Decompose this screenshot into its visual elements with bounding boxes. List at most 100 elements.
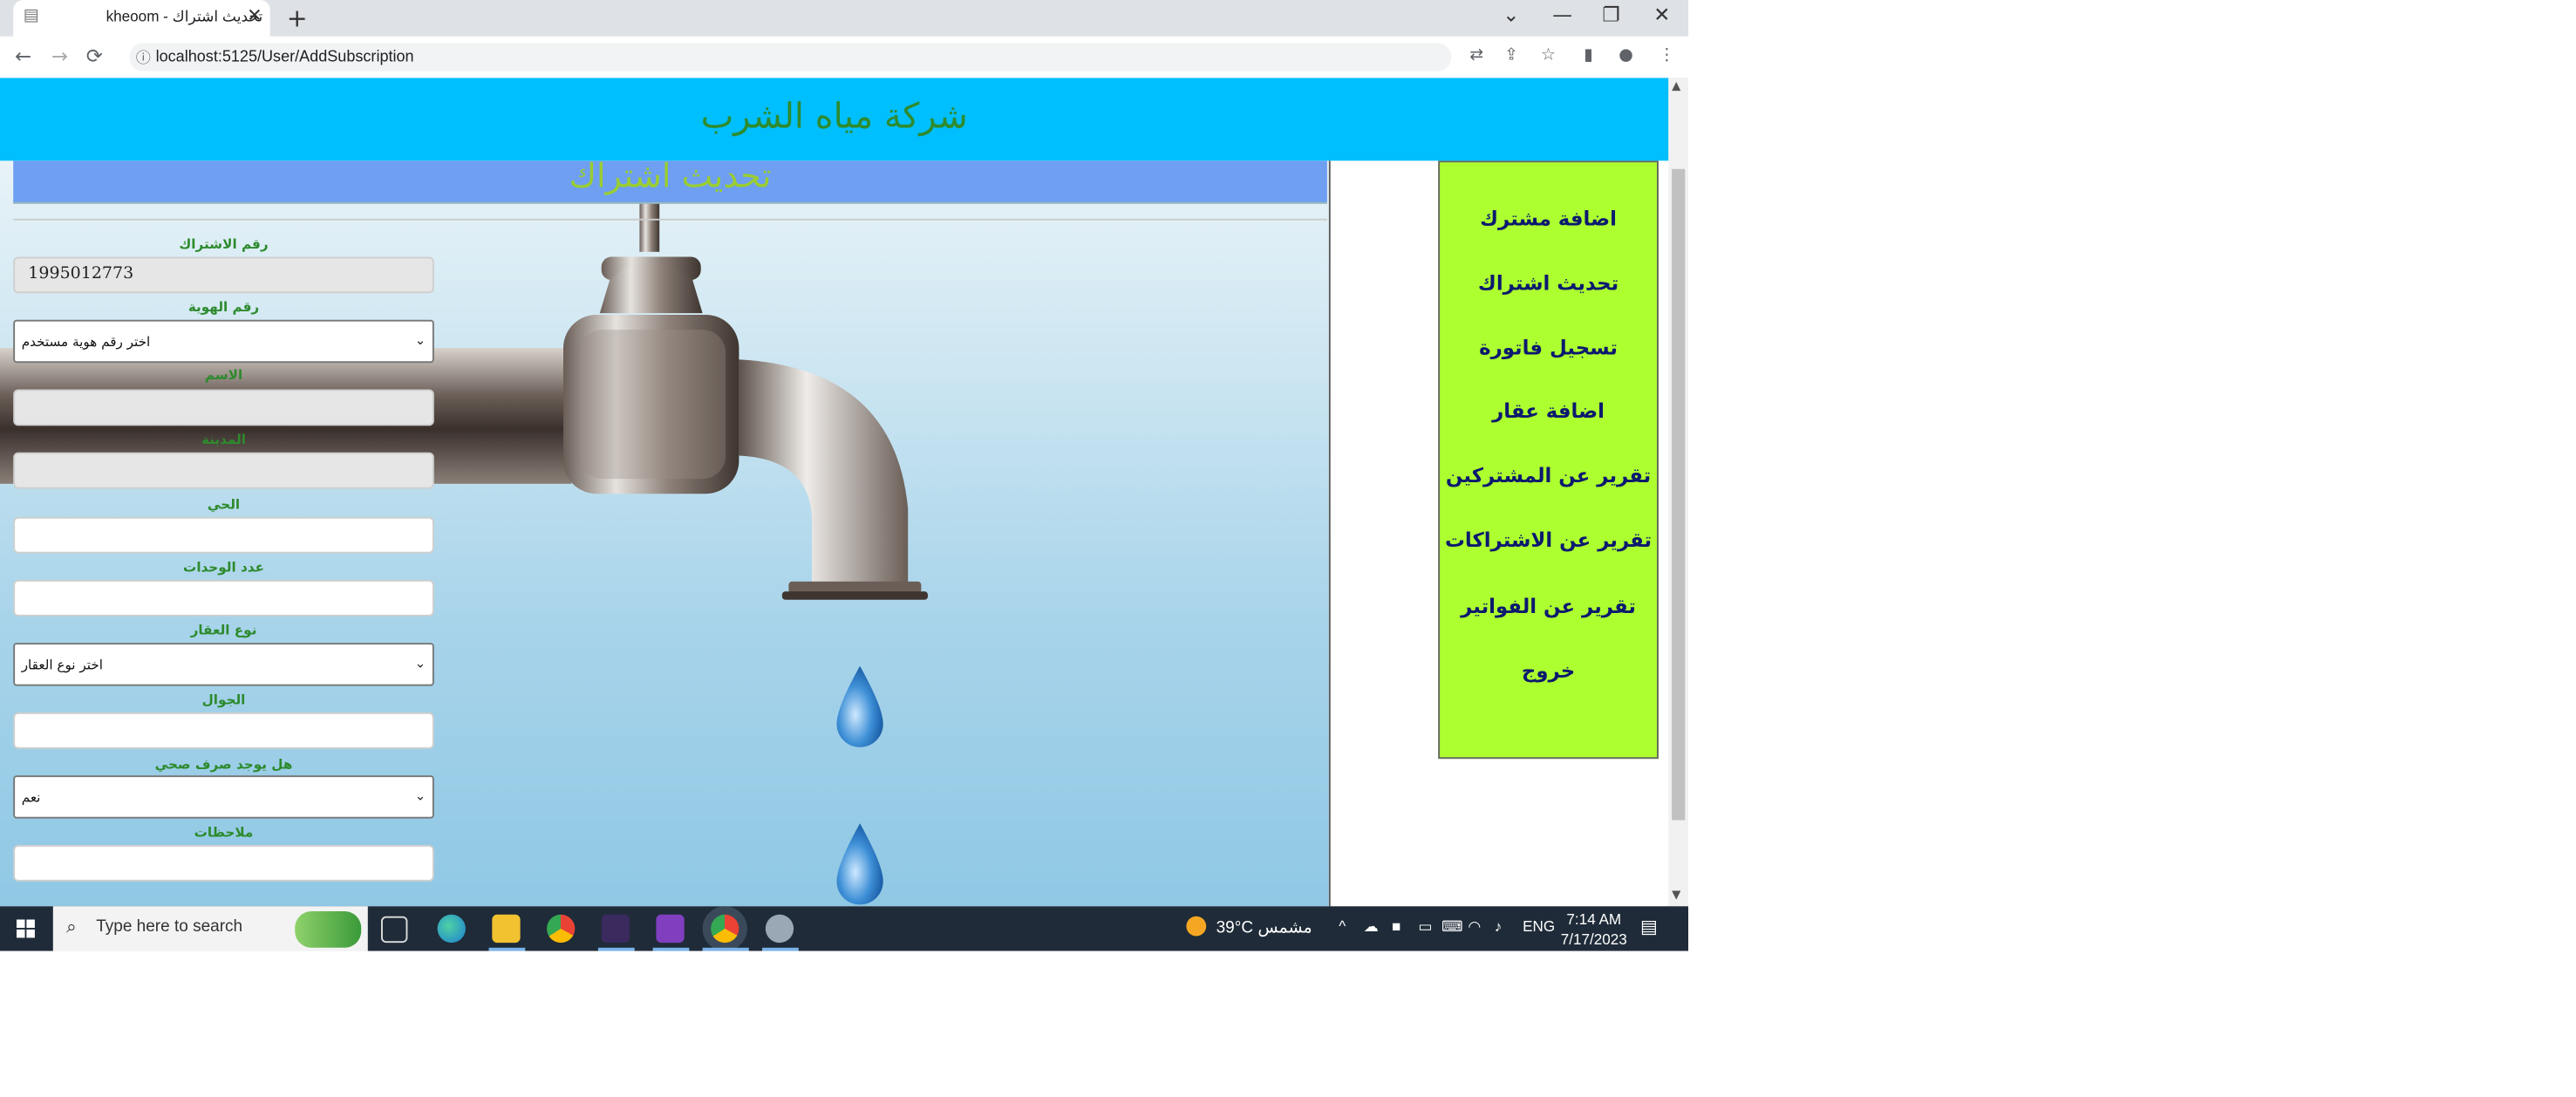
units-field[interactable] — [13, 580, 434, 617]
screen: ▤ kheoom - تحديث اشتراك ✕ + ⌄ — ❐ ✕ ← → … — [0, 0, 1689, 951]
tab-search-icon[interactable]: ⌄ — [1503, 3, 1519, 27]
city-label: المدينة — [201, 432, 247, 447]
terminal-icon[interactable] — [601, 914, 630, 944]
browser-menu-icon[interactable]: ⋮ — [1659, 46, 1675, 65]
cloud-icon[interactable]: ☁ — [1364, 918, 1379, 937]
subscription-number-field[interactable]: 1995012773 — [13, 256, 434, 294]
new-tab-button[interactable]: + — [287, 3, 308, 33]
sidebar-item-subscribers-report[interactable]: تقرير عن المشتركين — [1440, 464, 1657, 487]
sidebar-item-register-invoice[interactable]: تسجيل فاتورة — [1440, 337, 1657, 360]
page-icon: ▤ — [23, 6, 39, 25]
weather-widget[interactable]: 39°C مشمس — [1186, 916, 1312, 938]
browser-tab-bar: ▤ kheoom - تحديث اشتراك ✕ + ⌄ — ❐ ✕ — [0, 0, 1689, 37]
file-explorer-icon[interactable] — [492, 914, 521, 944]
running-indicator — [702, 947, 749, 951]
form-title-bar: تحديث اشتراك — [13, 160, 1327, 204]
company-title: شركة مياه الشرب — [700, 96, 968, 136]
windows-start-icon[interactable] — [17, 919, 35, 938]
scroll-up-icon[interactable]: ▲ — [1672, 79, 1680, 92]
sun-icon — [1186, 916, 1207, 937]
units-label: عدد الوحدات — [183, 560, 264, 576]
visual-studio-icon[interactable] — [656, 914, 685, 944]
url-text: localhost:5125/User/AddSubscription — [155, 48, 414, 66]
restore-button[interactable]: ❐ — [1602, 3, 1619, 27]
form-title: تحديث اشتراك — [569, 160, 772, 196]
notifications-icon[interactable]: ▤ — [1640, 916, 1658, 938]
weather-text: 39°C مشمس — [1216, 919, 1312, 938]
bookmark-star-icon[interactable]: ☆ — [1541, 46, 1556, 65]
property-type-label: نوع العقار — [190, 623, 257, 638]
profile-icon[interactable]: ● — [1619, 46, 1633, 65]
taskbar-search-box[interactable]: ⌕ Type here to search — [52, 906, 368, 951]
property-type-select[interactable]: اختر نوع العقار ⌄ — [13, 643, 434, 686]
share-icon[interactable]: ⇪ — [1504, 46, 1518, 65]
district-field[interactable] — [13, 516, 434, 554]
task-view-icon[interactable] — [381, 916, 408, 944]
search-highlight-icon — [295, 911, 362, 948]
mobile-label: الجوال — [201, 692, 246, 708]
running-indicator — [597, 947, 635, 951]
sidebar-item-add-subscriber[interactable]: اضافة مشترك — [1440, 208, 1657, 231]
forward-button[interactable]: → — [51, 44, 68, 68]
name-field[interactable] — [13, 389, 434, 426]
close-tab-icon[interactable]: ✕ — [247, 5, 262, 27]
app-icon[interactable] — [765, 914, 794, 944]
page-header: شركة مياه الشرب — [0, 78, 1669, 161]
search-icon: ⌕ — [66, 916, 77, 938]
sidebar-item-invoices-report[interactable]: تقرير عن الفواتير — [1440, 595, 1657, 618]
clock-time: 7:14 AM — [1566, 911, 1622, 928]
device-icon[interactable]: ▭ — [1418, 918, 1432, 937]
minimize-button[interactable]: — — [1552, 3, 1572, 27]
notes-label: ملاحظات — [194, 825, 254, 841]
sewage-select[interactable]: نعم ⌄ — [13, 775, 434, 819]
edge-icon[interactable] — [437, 914, 466, 944]
property-type-selected: اختر نوع العقار — [21, 658, 103, 673]
subscription-number-value: 1995012773 — [28, 265, 134, 283]
main-content: تحديث اشتراك رقم الاشتراك 1995012773 رقم… — [0, 160, 1331, 907]
clock[interactable]: 7:14 AM 7/17/2023 — [1557, 910, 1631, 950]
sidebar-item-update-subscription[interactable]: تحديث اشتراك — [1440, 272, 1657, 296]
site-info-icon[interactable]: ⓘ — [136, 46, 151, 68]
clock-date: 7/17/2023 — [1560, 930, 1627, 948]
city-field[interactable] — [13, 452, 434, 489]
sidebar-menu: اضافة مشترك تحديث اشتراك تسجيل فاتورة اض… — [1438, 160, 1659, 760]
reload-button[interactable]: ⟳ — [86, 44, 103, 68]
chrome-active-icon[interactable] — [711, 914, 739, 944]
name-label: الاسم — [204, 367, 243, 383]
mobile-field[interactable] — [13, 712, 434, 749]
divider — [13, 218, 1327, 221]
running-indicator — [762, 947, 799, 951]
sidebar-item-add-property[interactable]: اضافة عقار — [1440, 399, 1657, 423]
page-scrollbar[interactable]: ▲ ▼ — [1668, 78, 1689, 907]
wifi-icon[interactable]: ◠ — [1468, 918, 1481, 937]
tab-title: kheoom - تحديث اشتراك — [106, 8, 263, 25]
side-panel-icon[interactable]: ▮ — [1584, 46, 1592, 65]
scroll-thumb[interactable] — [1672, 168, 1686, 821]
id-number-select[interactable]: اختر رقم هوية مستخدم ⌄ — [13, 319, 434, 364]
subscription-number-label: رقم الاشتراك — [179, 236, 269, 252]
running-indicator — [488, 947, 526, 951]
id-number-label: رقم الهوية — [187, 299, 260, 315]
web-page: شركة مياه الشرب تحديث اشتراك رقم الاشترا… — [0, 78, 1669, 907]
sidebar-item-logout[interactable]: خروج — [1440, 659, 1657, 683]
sewage-selected: نعم — [21, 790, 41, 806]
chevron-down-icon: ⌄ — [414, 656, 426, 671]
browser-tab[interactable]: ▤ kheoom - تحديث اشتراك ✕ — [13, 0, 270, 37]
close-window-button[interactable]: ✕ — [1653, 3, 1670, 27]
url-field[interactable]: ⓘ localhost:5125/User/AddSubscription — [129, 43, 1452, 72]
chevron-down-icon: ⌄ — [414, 332, 426, 348]
back-button[interactable]: ← — [15, 44, 31, 68]
tray-chevron-icon[interactable]: ^ — [1339, 918, 1346, 935]
search-placeholder: Type here to search — [96, 917, 243, 937]
chrome-icon[interactable] — [547, 914, 576, 944]
language-indicator[interactable]: ENG — [1523, 918, 1555, 935]
address-bar-row: ← → ⟳ ⓘ localhost:5125/User/AddSubscript… — [0, 36, 1689, 80]
translate-icon[interactable]: ⇄ — [1469, 46, 1483, 65]
notes-field[interactable] — [13, 845, 434, 882]
security-icon[interactable]: ■ — [1392, 918, 1400, 935]
sidebar-item-subscriptions-report[interactable]: تقرير عن الاشتراكات — [1440, 528, 1657, 552]
scroll-down-icon[interactable]: ▼ — [1672, 888, 1680, 901]
volume-icon[interactable]: ♪ — [1495, 918, 1503, 935]
running-indicator — [652, 947, 690, 951]
input-icon[interactable]: ⌨ — [1441, 918, 1463, 937]
